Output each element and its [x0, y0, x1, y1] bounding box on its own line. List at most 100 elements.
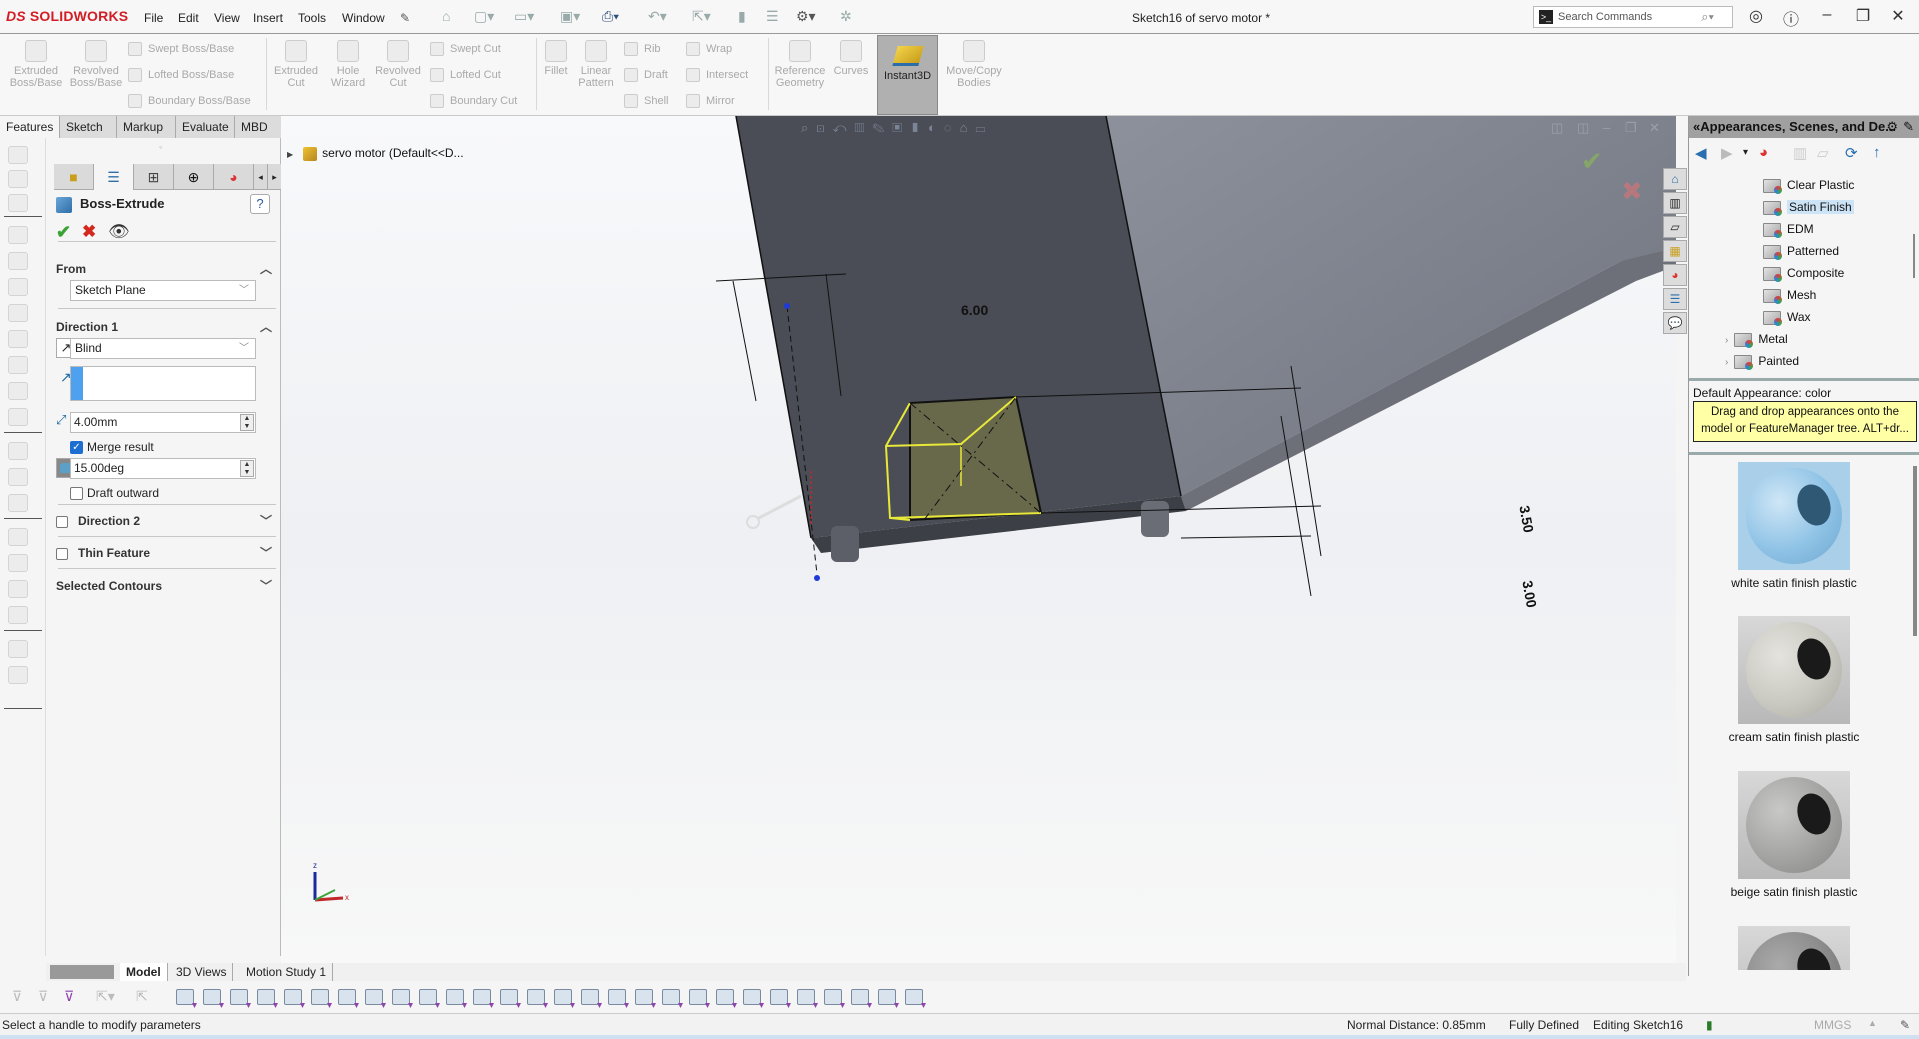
box-select-icon[interactable]: ⇱ [136, 988, 148, 1005]
custom-properties-tab-icon[interactable]: ☰ [1663, 288, 1687, 310]
tab-3d-views[interactable]: 3D Views [170, 963, 234, 981]
thin-feature-checkbox[interactable] [56, 547, 68, 560]
viewport-close-icon[interactable]: ✕ [1649, 120, 1660, 136]
filter-center-marks-icon[interactable] [446, 989, 464, 1005]
view-orientation-icon[interactable]: ▣ [892, 120, 910, 135]
tree-item-composite[interactable]: Composite [1763, 264, 1844, 282]
direction1-group-header[interactable]: Direction 1 ︿ [56, 320, 274, 334]
edit-appearance-icon[interactable]: ◕ [1759, 144, 1768, 161]
direction2-group-header[interactable]: Direction 2 ﹀ [56, 514, 274, 528]
graphics-area[interactable]: ▶ servo motor (Default<<D... 6.00 3.50 3.… [281, 116, 1676, 966]
help-icon[interactable]: ⓘ [1779, 6, 1803, 30]
move-copy-bodies-button[interactable]: Move/Copy Bodies [944, 38, 1004, 89]
splitter[interactable] [1689, 452, 1919, 455]
previous-view-icon[interactable]: ↶ [833, 120, 855, 135]
solidworks-logo[interactable]: DS SOLIDWORKS [6, 8, 128, 24]
draft-angle-input[interactable]: 15.00deg ▲ ▼ [70, 458, 256, 479]
ok-check-icon[interactable]: ✔ [56, 222, 71, 243]
forward-icon[interactable]: ▶ [1721, 144, 1733, 162]
pin-menu-icon[interactable]: ✎ [400, 11, 410, 25]
design-library-tab-icon[interactable]: ▥ [1663, 192, 1687, 214]
filter-cosmetic-thread-icon[interactable] [689, 989, 707, 1005]
extruded-cut-button[interactable]: Extruded Cut [268, 38, 324, 89]
expand-arrow-icon[interactable]: › [1725, 357, 1728, 368]
filter-toggle-icon[interactable]: ⊽ [38, 988, 48, 1005]
filter-edges-icon[interactable] [203, 989, 221, 1005]
combine-icon[interactable] [8, 666, 28, 684]
cut-icon[interactable] [8, 252, 28, 270]
new-document-icon[interactable]: ▢▾ [474, 8, 494, 25]
hole-icon[interactable] [8, 408, 28, 426]
from-select[interactable]: Sketch Plane ﹀ [70, 280, 256, 301]
filter-solid-bodies-icon[interactable] [284, 989, 302, 1005]
filter-all-icon[interactable] [905, 989, 923, 1005]
filter-vertices-icon[interactable] [176, 989, 194, 1005]
menu-window[interactable]: Window [342, 11, 385, 25]
print-icon[interactable]: ⎙▾ [602, 8, 619, 25]
shell-button[interactable]: Shell [624, 94, 668, 108]
tree-item-edm[interactable]: EDM [1763, 220, 1814, 238]
boundary-cut-button[interactable]: Boundary Cut [430, 94, 517, 108]
tab-scroll-arrows[interactable] [50, 965, 114, 979]
filter-sketch-segments-icon[interactable] [392, 989, 410, 1005]
back-icon[interactable]: ◀ [1695, 144, 1707, 162]
search-icon[interactable]: ⌕▾ [1701, 9, 1714, 25]
edit-appearance-icon[interactable]: ◌ [944, 120, 960, 135]
lofted-cut-icon[interactable] [8, 330, 28, 348]
revolved-cut-icon[interactable] [8, 278, 28, 296]
appearances-tab-icon[interactable]: ◕ [1663, 264, 1687, 286]
rebuild-status-icon[interactable]: ▮ [1706, 1018, 1713, 1032]
fillet-icon[interactable] [8, 382, 28, 400]
wrap-icon[interactable] [8, 606, 28, 624]
viewport-restore-icon[interactable]: ❐ [1625, 120, 1637, 136]
restore-button[interactable]: ❐ [1851, 6, 1875, 26]
filter-datum-icon[interactable] [635, 989, 653, 1005]
tab-model[interactable]: Model [120, 963, 168, 981]
filter-surface-bodies-icon[interactable] [257, 989, 275, 1005]
view-settings-icon[interactable]: ▭ [975, 120, 993, 135]
filter-cog-icon[interactable] [770, 989, 788, 1005]
mirror-icon[interactable] [8, 468, 28, 486]
merge-result-checkbox[interactable]: ✓ Merge result [70, 440, 154, 455]
tree-item-painted[interactable]: › Painted [1725, 352, 1799, 370]
dimension-width[interactable]: 6.00 [961, 302, 988, 318]
swatch-partial[interactable] [1689, 926, 1899, 970]
zoom-area-icon[interactable]: ⊡ [816, 120, 832, 135]
viewport-minimize-icon[interactable]: – [1603, 120, 1610, 135]
history-dropdown-icon[interactable]: ▾ [1743, 147, 1748, 158]
filter-notes-icon[interactable] [581, 989, 599, 1005]
add-folder-icon[interactable]: ▥ [1793, 144, 1807, 162]
propertymanager-tab-icon[interactable]: ☰ [94, 164, 134, 190]
reference-geometry-button[interactable]: Reference Geometry [772, 38, 828, 89]
collapse-chevron-icon[interactable]: ︿ [260, 260, 272, 277]
filter-axes-icon[interactable] [311, 989, 329, 1005]
tab-features[interactable]: Features [0, 116, 60, 138]
instant3d-button[interactable]: Instant3D [877, 35, 938, 115]
preview-eye-icon[interactable]: 👁 [108, 222, 130, 242]
displaymanager-tab-icon[interactable]: ◕ [214, 164, 254, 190]
direction2-checkbox[interactable] [56, 515, 68, 528]
tree-item-clear-plastic[interactable]: Clear Plastic [1763, 176, 1854, 194]
tree-scrollbar[interactable] [1913, 234, 1915, 278]
filter-gtol-icon[interactable] [554, 989, 572, 1005]
dimxpert-tab-icon[interactable]: ⊕ [174, 164, 214, 190]
file-explorer-tab-icon[interactable]: ▱ [1663, 216, 1687, 238]
display-style-icon[interactable]: ▮ [910, 120, 928, 135]
save-icon[interactable]: ▣▾ [560, 8, 580, 25]
confirm-corner-ok-icon[interactable]: ✔ [1581, 146, 1603, 177]
tab-sketch[interactable]: Sketch [60, 116, 117, 138]
filter-active-icon[interactable]: ⊽ [64, 988, 74, 1005]
file-properties-icon[interactable]: ☰ [766, 8, 779, 25]
filter-sketch-icon[interactable] [851, 989, 869, 1005]
thin-feature-group-header[interactable]: Thin Feature ﹀ [56, 546, 274, 560]
solidworks-resources-tab-icon[interactable]: ⌂ [1663, 168, 1687, 190]
grid-icon[interactable] [8, 494, 28, 512]
swatch-scrollbar[interactable] [1913, 466, 1917, 636]
filter-balloons-icon[interactable] [608, 989, 626, 1005]
boundary-icon[interactable] [8, 356, 28, 374]
from-group-header[interactable]: From ︿ [56, 262, 274, 276]
rib-button[interactable]: Rib [624, 42, 661, 56]
home-icon[interactable]: ⌂ [442, 8, 450, 24]
revolve-icon[interactable] [8, 170, 28, 188]
account-icon[interactable]: ◎ [1744, 6, 1768, 26]
